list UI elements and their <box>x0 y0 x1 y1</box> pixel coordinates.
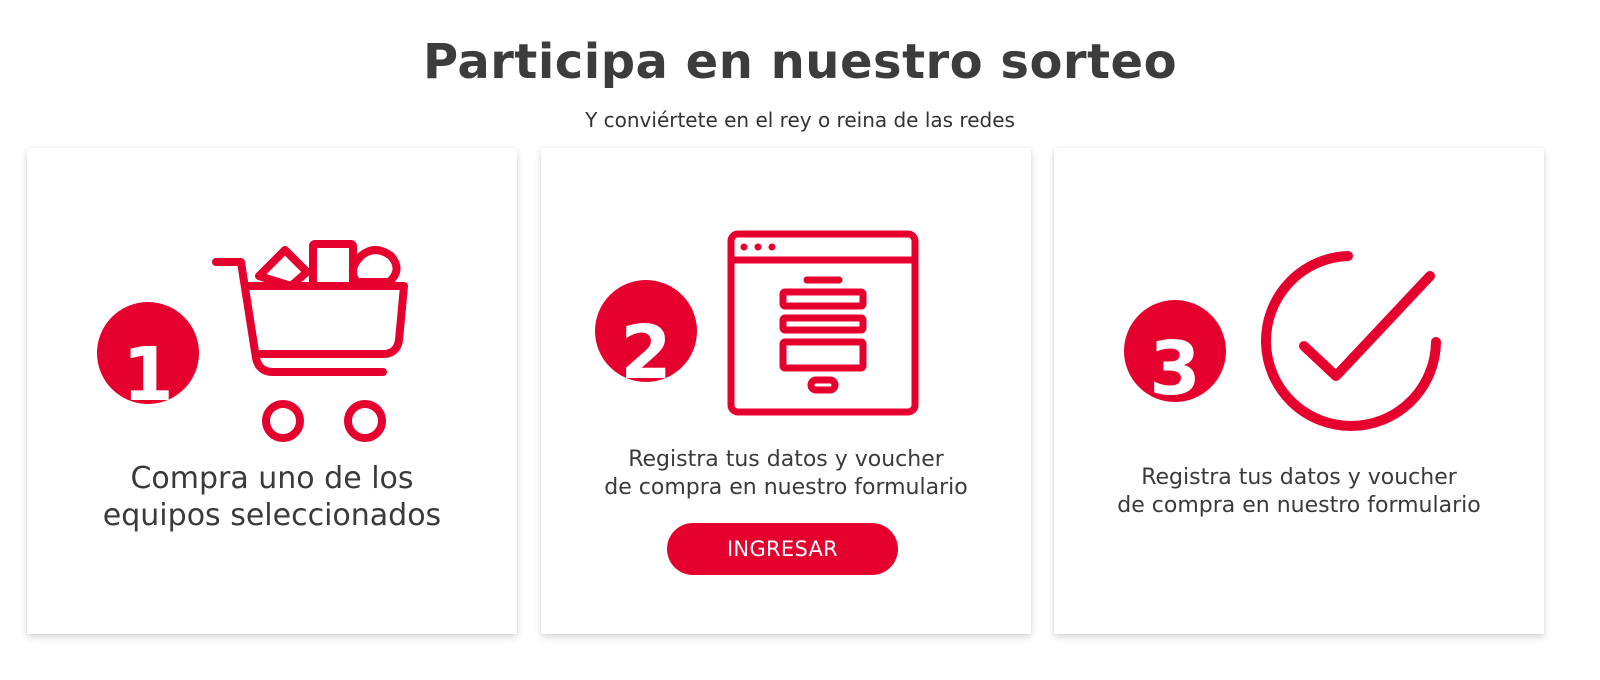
step-description: Registra tus datos y voucher de compra e… <box>1054 464 1544 520</box>
step-number: 2 <box>620 310 672 382</box>
step-text-line: Compra uno de los <box>130 461 414 496</box>
step-card-3: 3 Registra tus datos y voucher de compra… <box>1054 148 1544 634</box>
step-card-2: 2 Registra tus datos y voucher de compra… <box>541 148 1031 634</box>
step-text-line: de compra en nuestro formulario <box>1117 493 1481 518</box>
step-text-line: equipos seleccionados <box>102 498 442 533</box>
step-text-line: de compra en nuestro formulario <box>604 475 968 500</box>
ingresar-button[interactable]: INGRESAR <box>667 523 898 575</box>
step-card-1: 1 Compra uno de los equipos seleccionado… <box>27 148 517 634</box>
step-number-badge: 3 <box>1124 300 1226 402</box>
step-number: 3 <box>1149 326 1201 402</box>
step-text-line: Registra tus datos y voucher <box>1141 465 1457 490</box>
step-number: 1 <box>122 332 174 404</box>
step-number-badge: 2 <box>595 280 697 382</box>
check-circle-icon <box>1261 251 1441 431</box>
page-title: Participa en nuestro sorteo <box>422 34 1178 90</box>
step-description: Registra tus datos y voucher de compra e… <box>541 446 1031 502</box>
step-text-line: Registra tus datos y voucher <box>628 447 944 472</box>
promo-page: Participa en nuestro sorteo Y conviértet… <box>0 0 1600 680</box>
step-number-badge: 1 <box>97 302 199 404</box>
page-subtitle: Y conviértete en el rey o reina de las r… <box>585 108 1015 132</box>
shopping-cart-icon <box>212 240 408 442</box>
step-description: Compra uno de los equipos seleccionados <box>27 460 517 534</box>
web-form-icon <box>727 230 919 416</box>
